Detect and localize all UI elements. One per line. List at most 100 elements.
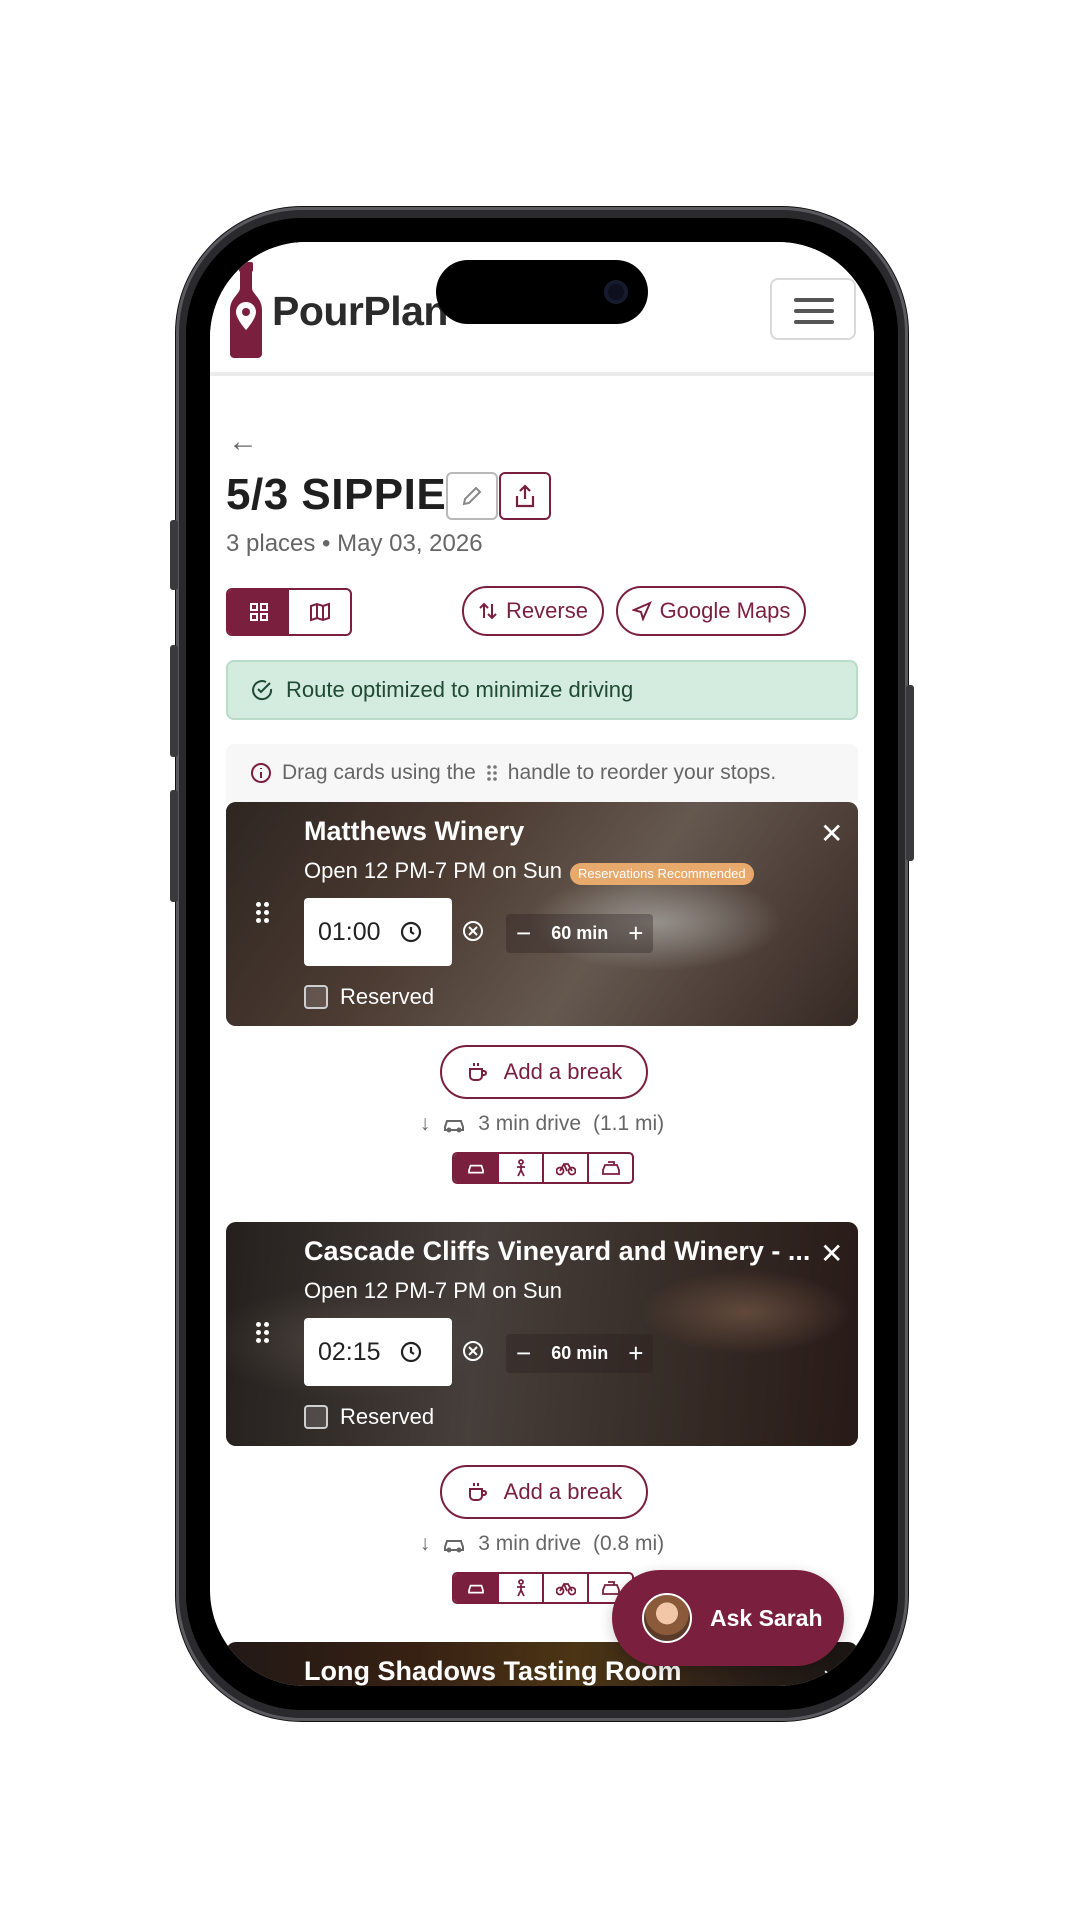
increase-duration-button[interactable]: + xyxy=(628,918,643,949)
clock-icon[interactable] xyxy=(399,920,423,944)
clock-icon[interactable] xyxy=(399,1340,423,1364)
stop-card[interactable]: Cascade Cliffs Vineyard and Winery - ...… xyxy=(226,1222,858,1446)
duration-stepper: − 60 min + xyxy=(506,914,654,953)
grid-view-button[interactable] xyxy=(228,590,289,634)
arrival-time-input[interactable]: 01:00 xyxy=(304,898,452,966)
arrival-time-input[interactable]: 02:15 xyxy=(304,1318,452,1386)
stop-name[interactable]: Matthews Winery xyxy=(304,816,524,847)
car-icon xyxy=(467,1164,484,1174)
drive-distance: (0.8 mi) xyxy=(593,1532,665,1555)
stop-name[interactable]: Cascade Cliffs Vineyard and Winery - ... xyxy=(304,1236,810,1267)
pencil-icon xyxy=(462,486,482,506)
reservation-badge: Reservations Recommended xyxy=(570,863,754,885)
walk-mode-button[interactable] xyxy=(497,1574,542,1602)
car-icon xyxy=(467,1584,484,1594)
back-arrow-icon[interactable]: ← xyxy=(228,425,258,459)
volume-up-button xyxy=(170,645,178,757)
add-break-label: Add a break xyxy=(503,1059,623,1084)
hint-text-before: Drag cards using the xyxy=(282,761,476,784)
brand-name[interactable]: PourPlan xyxy=(272,288,448,335)
reserved-label: Reserved xyxy=(340,1404,435,1429)
time-value: 02:15 xyxy=(318,1337,381,1366)
stop-hours: Open 12 PM-7 PM on Sun xyxy=(304,858,563,883)
banner-text: Route optimized to minimize driving xyxy=(286,677,634,702)
action-button xyxy=(170,520,178,590)
reserved-toggle[interactable]: Reserved xyxy=(304,984,434,1010)
coffee-cup-icon xyxy=(468,1483,487,1501)
travel-mode-selector xyxy=(452,1152,634,1184)
duration-value: 60 min xyxy=(551,923,609,943)
edit-title-button[interactable] xyxy=(446,472,498,520)
chevron-down-icon[interactable]: ⌄ xyxy=(820,1658,838,1680)
route-optimized-banner: Route optimized to minimize driving xyxy=(226,660,858,720)
reorder-hint: Drag cards using the handle to reorder y… xyxy=(226,744,858,802)
check-circle-icon xyxy=(252,680,273,701)
drive-info: ↓ 3 min drive (0.8 mi) xyxy=(210,1532,874,1556)
drive-distance: (1.1 mi) xyxy=(593,1112,665,1135)
avatar xyxy=(642,1593,692,1643)
time-value: 01:00 xyxy=(318,917,381,946)
car-mode-button[interactable] xyxy=(454,1574,497,1602)
google-maps-button[interactable]: Google Maps xyxy=(616,586,806,636)
duration-value: 60 min xyxy=(551,1343,609,1363)
bike-mode-button[interactable] xyxy=(542,1574,587,1602)
decrease-duration-button[interactable]: − xyxy=(516,1338,531,1369)
coffee-cup-icon xyxy=(468,1063,487,1081)
reserved-toggle[interactable]: Reserved xyxy=(304,1404,434,1430)
trip-subtitle: 3 places • May 03, 2026 xyxy=(226,530,483,557)
view-toggle xyxy=(226,588,352,636)
down-arrow-icon: ↓ xyxy=(419,1532,431,1555)
increase-duration-button[interactable]: + xyxy=(628,1338,643,1369)
hamburger-menu-button[interactable] xyxy=(770,278,856,340)
bicycle-icon xyxy=(555,1583,576,1596)
hint-text-after: handle to reorder your stops. xyxy=(507,761,777,784)
reverse-label: Reverse xyxy=(506,598,588,623)
add-break-button[interactable]: Add a break xyxy=(440,1465,648,1519)
add-break-button[interactable]: Add a break xyxy=(440,1045,648,1099)
ask-sarah-label: Ask Sarah xyxy=(710,1604,823,1631)
volume-down-button xyxy=(170,790,178,902)
stop-name[interactable]: Long Shadows Tasting Room xyxy=(304,1656,682,1686)
drive-time: 3 min drive xyxy=(478,1112,581,1135)
stop-card[interactable]: Matthews Winery ✕ Open 12 PM-7 PM on Sun… xyxy=(226,802,858,1026)
add-break-label: Add a break xyxy=(503,1479,623,1504)
reverse-button[interactable]: Reverse xyxy=(462,586,604,636)
grid-icon xyxy=(249,603,268,621)
reserved-label: Reserved xyxy=(340,984,435,1009)
menu-line-icon xyxy=(794,298,834,302)
clear-time-icon[interactable] xyxy=(462,1340,484,1362)
walk-mode-button[interactable] xyxy=(497,1154,542,1182)
ask-sarah-button[interactable]: Ask Sarah xyxy=(612,1570,844,1666)
car-icon xyxy=(444,1540,465,1553)
map-view-button[interactable] xyxy=(289,590,350,634)
navigation-arrow-icon xyxy=(631,601,652,621)
menu-line-icon xyxy=(794,309,834,313)
info-icon xyxy=(251,763,271,783)
duration-stepper: − 60 min + xyxy=(506,1334,654,1373)
car-mode-button[interactable] xyxy=(454,1154,497,1182)
remove-stop-icon[interactable]: ✕ xyxy=(820,820,843,848)
drag-handle-icon[interactable] xyxy=(256,902,270,924)
menu-line-icon xyxy=(794,320,834,324)
stop-hours: Open 12 PM-7 PM on Sun xyxy=(304,1278,563,1303)
decrease-duration-button[interactable]: − xyxy=(516,918,531,949)
front-camera xyxy=(604,280,628,304)
trip-title: 5/3 SIPPIES xyxy=(226,470,477,519)
car-icon xyxy=(444,1120,465,1133)
drag-handle-icon xyxy=(486,765,497,781)
power-button xyxy=(906,685,914,861)
walking-icon xyxy=(516,1159,525,1177)
dynamic-island xyxy=(436,260,648,324)
taxi-mode-button[interactable] xyxy=(587,1154,632,1182)
drag-handle-icon[interactable] xyxy=(256,1322,270,1344)
reserved-checkbox[interactable] xyxy=(304,985,328,1009)
app-screen: PourPlan ← 5/3 SIPPIES 3 places • May 03… xyxy=(210,242,874,1686)
swap-vertical-icon xyxy=(479,602,497,620)
reserved-checkbox[interactable] xyxy=(304,1405,328,1429)
bike-mode-button[interactable] xyxy=(542,1154,587,1182)
clear-time-icon[interactable] xyxy=(462,920,484,942)
travel-mode-selector xyxy=(452,1572,634,1604)
share-button[interactable] xyxy=(499,472,551,520)
remove-stop-icon[interactable]: ✕ xyxy=(820,1240,843,1268)
taxi-icon xyxy=(601,1161,620,1175)
